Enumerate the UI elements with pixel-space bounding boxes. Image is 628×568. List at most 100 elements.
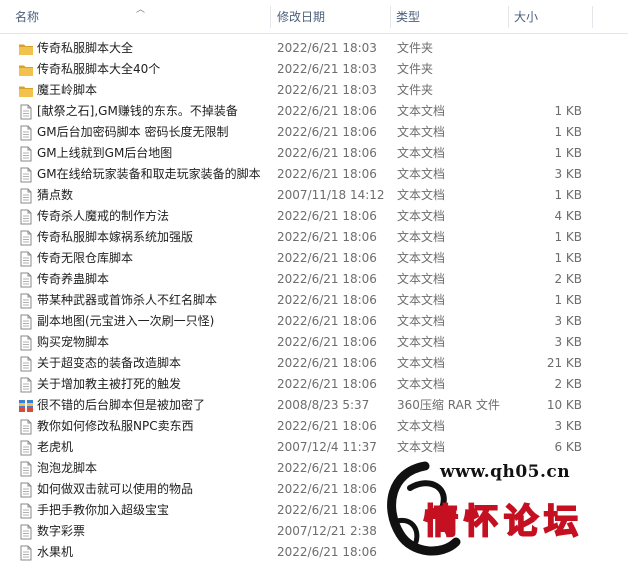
file-date: 2007/12/4 11:37 <box>277 440 377 454</box>
file-name: 如何做双击就可以使用的物品 <box>37 482 194 496</box>
file-type: 文本文档 <box>397 251 446 265</box>
file-size: 1 KB <box>554 293 582 307</box>
file-type: 文本文档 <box>397 104 446 118</box>
text-document-icon <box>18 104 34 120</box>
file-row[interactable]: [献祭之石],GM赚钱的东东。不掉装备 2022/6/21 18:06 文本文档 1 … <box>0 101 628 122</box>
file-row[interactable]: 老虎机 2007/12/4 11:37 文本文档 6 KB <box>0 437 628 458</box>
column-divider[interactable] <box>270 6 271 28</box>
file-type: 文本文档 <box>397 146 446 160</box>
file-size: 2 KB <box>554 272 582 286</box>
file-type: 文件夹 <box>397 83 434 97</box>
file-row[interactable]: 传奇养蛊脚本 2022/6/21 18:06 文本文档 2 KB <box>0 269 628 290</box>
file-row[interactable]: 带某种武器或首饰杀人不红名脚本 2022/6/21 18:06 文本文档 1 KB <box>0 290 628 311</box>
file-date: 2022/6/21 18:06 <box>277 377 377 391</box>
file-size: 1 KB <box>554 230 582 244</box>
text-document-icon <box>18 503 34 519</box>
file-size: 3 KB <box>554 167 582 181</box>
file-size: 1 KB <box>554 188 582 202</box>
file-row[interactable]: 副本地图(元宝进入一次刷一只怪) 2022/6/21 18:06 文本文档 3 KB <box>0 311 628 332</box>
file-date: 2022/6/21 18:06 <box>277 461 377 475</box>
file-type: 文本文档 <box>397 125 446 139</box>
file-date: 2022/6/21 18:06 <box>277 356 377 370</box>
sort-ascending-icon: ︿ <box>136 5 146 15</box>
file-date: 2007/12/21 2:38 <box>277 524 377 538</box>
file-date: 2022/6/21 18:06 <box>277 146 377 160</box>
file-name: 水果机 <box>37 545 74 559</box>
text-document-icon <box>18 209 34 225</box>
text-document-icon <box>18 146 34 162</box>
file-date: 2022/6/21 18:06 <box>277 209 377 223</box>
file-row[interactable]: GM后台加密码脚本 密码长度无限制 2022/6/21 18:06 文本文档 1 KB <box>0 122 628 143</box>
file-size: 1 KB <box>554 146 582 160</box>
file-size: 1 KB <box>554 251 582 265</box>
file-date: 2022/6/21 18:06 <box>277 167 377 181</box>
file-size: 10 KB <box>546 398 582 412</box>
file-size: 1 KB <box>554 125 582 139</box>
file-size: 1 KB <box>554 104 582 118</box>
forum-watermark: www.qh05.cn 情怀论坛 <box>380 458 628 559</box>
file-type: 360压缩 RAR 文件 <box>397 398 500 412</box>
file-name: 传奇杀人魔戒的制作方法 <box>37 209 170 223</box>
file-row[interactable]: 购买宠物脚本 2022/6/21 18:06 文本文档 3 KB <box>0 332 628 353</box>
file-date: 2022/6/21 18:06 <box>277 125 377 139</box>
file-row[interactable]: 关于超变态的装备改造脚本 2022/6/21 18:06 文本文档 21 KB <box>0 353 628 374</box>
text-document-icon <box>18 440 34 456</box>
file-name: GM在线给玩家装备和取走玩家装备的脚本 <box>37 167 261 181</box>
watermark-title: 情怀论坛 <box>423 501 584 543</box>
file-date: 2022/6/21 18:06 <box>277 335 377 349</box>
column-name[interactable]: 名称 <box>15 0 39 33</box>
file-name: GM上线就到GM后台地图 <box>37 146 173 160</box>
text-document-icon <box>18 314 34 330</box>
file-row[interactable]: GM上线就到GM后台地图 2022/6/21 18:06 文本文档 1 KB <box>0 143 628 164</box>
file-type: 文本文档 <box>397 440 446 454</box>
file-row[interactable]: 传奇私服脚本大全 2022/6/21 18:03 文件夹 <box>0 38 628 59</box>
file-name: [献祭之石],GM赚钱的东东。不掉装备 <box>37 104 238 118</box>
file-row[interactable]: 传奇私服脚本大全40个 2022/6/21 18:03 文件夹 <box>0 59 628 80</box>
file-date: 2022/6/21 18:06 <box>277 251 377 265</box>
file-type: 文本文档 <box>397 356 446 370</box>
text-document-icon <box>18 335 34 351</box>
file-type: 文件夹 <box>397 41 434 55</box>
file-date: 2022/6/21 18:06 <box>277 314 377 328</box>
watermark-url: www.qh05.cn <box>440 462 571 482</box>
column-divider[interactable] <box>592 6 593 28</box>
column-type[interactable]: 类型 <box>396 0 420 33</box>
file-name: 很不错的后台脚本但是被加密了 <box>37 398 206 412</box>
column-divider[interactable] <box>508 6 509 28</box>
file-name: 传奇私服脚本大全40个 <box>37 62 161 76</box>
column-divider[interactable] <box>390 6 391 28</box>
file-row[interactable]: 传奇杀人魔戒的制作方法 2022/6/21 18:06 文本文档 4 KB <box>0 206 628 227</box>
file-row[interactable]: 传奇私服脚本嫁祸系统加强版 2022/6/21 18:06 文本文档 1 KB <box>0 227 628 248</box>
file-name: 传奇养蛊脚本 <box>37 272 110 286</box>
file-row[interactable]: 教你如何修改私服NPC卖东西 2022/6/21 18:06 文本文档 3 KB <box>0 416 628 437</box>
file-type: 文本文档 <box>397 335 446 349</box>
file-date: 2022/6/21 18:06 <box>277 230 377 244</box>
column-date-modified[interactable]: 修改日期 <box>277 0 325 33</box>
file-row[interactable]: 很不错的后台脚本但是被加密了 2008/8/23 5:37 360压缩 RAR 文件… <box>0 395 628 416</box>
file-date: 2022/6/21 18:06 <box>277 293 377 307</box>
column-size[interactable]: 大小 <box>514 0 538 33</box>
text-document-icon <box>18 482 34 498</box>
file-date: 2022/6/21 18:06 <box>277 545 377 559</box>
file-row[interactable]: 魔王岭脚本 2022/6/21 18:03 文件夹 <box>0 80 628 101</box>
text-document-icon <box>18 125 34 141</box>
file-row[interactable]: GM在线给玩家装备和取走玩家装备的脚本 2022/6/21 18:06 文本文档 3 … <box>0 164 628 185</box>
file-row[interactable]: 传奇无限仓库脚本 2022/6/21 18:06 文本文档 1 KB <box>0 248 628 269</box>
file-name: 传奇私服脚本嫁祸系统加强版 <box>37 230 194 244</box>
file-name: 手把手教你加入超级宝宝 <box>37 503 170 517</box>
file-type: 文本文档 <box>397 188 446 202</box>
file-row[interactable]: 关于增加教主被打死的触发 2022/6/21 18:06 文本文档 2 KB <box>0 374 628 395</box>
text-document-icon <box>18 356 34 372</box>
file-date: 2022/6/21 18:03 <box>277 83 377 97</box>
file-size: 21 KB <box>546 356 582 370</box>
file-size: 6 KB <box>554 440 582 454</box>
file-name: GM后台加密码脚本 密码长度无限制 <box>37 125 229 139</box>
file-name: 老虎机 <box>37 440 74 454</box>
text-document-icon <box>18 230 34 246</box>
file-name: 关于超变态的装备改造脚本 <box>37 356 182 370</box>
file-type: 文本文档 <box>397 272 446 286</box>
file-row[interactable]: 猜点数 2007/11/18 14:12 文本文档 1 KB <box>0 185 628 206</box>
file-name: 关于增加教主被打死的触发 <box>37 377 182 391</box>
file-size: 3 KB <box>554 419 582 433</box>
file-name: 传奇无限仓库脚本 <box>37 251 134 265</box>
